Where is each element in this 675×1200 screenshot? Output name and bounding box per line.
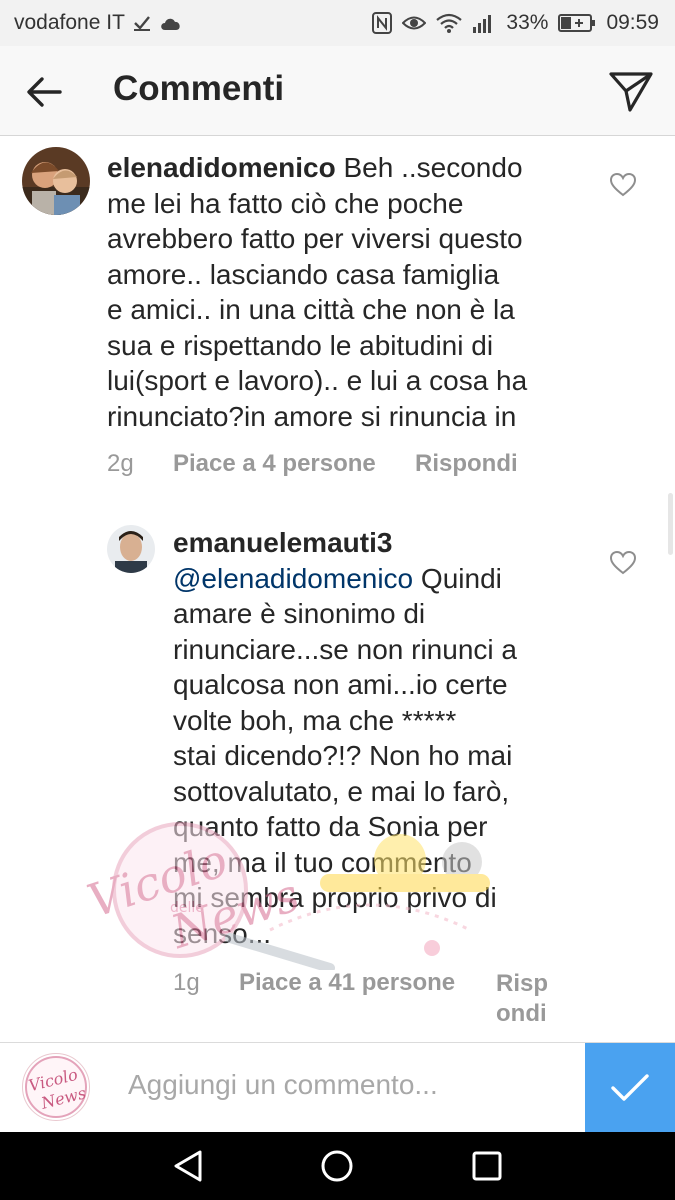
signal-icon xyxy=(472,13,496,33)
comment-line: Beh ..secondo xyxy=(335,152,523,183)
comment-line: rinunciato?in amore si rinuncia in xyxy=(107,400,517,432)
nav-recents-button[interactable] xyxy=(467,1146,507,1186)
triangle-back-icon xyxy=(174,1150,202,1182)
comment-meta: 1g Piace a 41 persone Risp ondi xyxy=(173,969,548,1029)
square-recents-icon xyxy=(472,1151,502,1181)
comment-line: volte boh, ma che ***** xyxy=(173,704,457,736)
comment-line: rinunciare...se non rinunci a xyxy=(173,633,517,665)
comment-line: sua e rispettando le abitudini di xyxy=(107,329,494,361)
page-title: Commenti xyxy=(113,69,285,108)
battery-icon xyxy=(558,13,596,33)
comment-text: elenadidomenico Beh ..secondo me lei ha … xyxy=(107,150,607,434)
reply-label-line: ondi xyxy=(496,1000,547,1027)
wifi-icon xyxy=(436,13,463,33)
comment-mention[interactable]: @elenadidomenico xyxy=(173,563,413,594)
post-comment-button[interactable] xyxy=(585,1043,675,1133)
carrier-label: vodafone IT xyxy=(14,11,125,34)
avatar[interactable] xyxy=(107,525,155,573)
status-bar: vodafone IT 33% 09:59 xyxy=(0,0,675,46)
comment-line: e amici.. in una città che non è la xyxy=(107,294,515,325)
like-heart-icon[interactable] xyxy=(609,550,637,575)
checkmark-icon xyxy=(611,1074,649,1101)
comment-line: senso... xyxy=(173,917,272,949)
back-button[interactable] xyxy=(24,72,64,112)
paper-plane-icon xyxy=(609,72,653,112)
avatar[interactable] xyxy=(22,147,90,215)
comment-text: emanuelemauti3 @elenadidomenico Quindi a… xyxy=(173,525,573,951)
comment-input[interactable]: Aggiungi un commento... xyxy=(128,1069,438,1101)
share-button[interactable] xyxy=(607,68,655,116)
avatar: Vicolo News xyxy=(22,1053,90,1121)
comment-timestamp: 1g xyxy=(173,969,200,996)
reply-label-line: Risp xyxy=(496,970,549,997)
nav-home-button[interactable] xyxy=(317,1146,357,1186)
checkmark-icon xyxy=(133,15,151,31)
comment-line: lui(sport e lavoro).. e lui a cosa ha xyxy=(107,365,528,396)
comment-likes-link[interactable]: Piace a 41 persone xyxy=(239,969,496,1029)
comment-line: me, ma il tuo commento xyxy=(173,846,472,878)
comment-line: amare è sinonimo di xyxy=(173,598,426,629)
app-header: Commenti xyxy=(0,46,675,136)
comment-item: emanuelemauti3 @elenadidomenico Quindi a… xyxy=(0,517,675,1042)
cloud-icon xyxy=(159,15,183,31)
comment-input-bar: Vicolo News Aggiungi un commento... xyxy=(0,1042,675,1133)
reply-button[interactable]: Rispondi xyxy=(415,450,518,478)
circle-home-icon xyxy=(321,1150,353,1182)
comment-line: Quindi xyxy=(413,562,502,594)
like-heart-icon[interactable] xyxy=(609,172,637,197)
comment-line: amore.. lasciando casa famiglia xyxy=(107,258,500,290)
nfc-icon xyxy=(372,12,393,34)
comment-timestamp: 2g xyxy=(107,450,134,477)
comment-username[interactable]: elenadidomenico xyxy=(107,152,336,183)
comment-username[interactable]: emanuelemauti3 xyxy=(173,527,392,558)
comment-line: qualcosa non ami...io certe xyxy=(173,669,508,700)
comment-item: elenadidomenico Beh ..secondo me lei ha … xyxy=(0,137,675,497)
clock: 09:59 xyxy=(606,11,659,34)
arrow-left-icon xyxy=(27,77,62,107)
comment-likes-link[interactable]: Piace a 4 persone xyxy=(173,450,415,478)
comment-line: sottovalutato, e mai lo farò, xyxy=(173,775,510,807)
eye-icon xyxy=(402,14,427,32)
comment-meta: 2g Piace a 4 persone Rispondi xyxy=(107,450,518,478)
system-nav-bar xyxy=(0,1132,675,1200)
comment-line: mi sembra proprio privo di xyxy=(173,882,497,913)
comments-list[interactable]: elenadidomenico Beh ..secondo me lei ha … xyxy=(0,137,675,1042)
comment-line: stai dicendo?!? Non ho mai xyxy=(173,740,513,771)
comment-line: avrebbero fatto per viversi questo xyxy=(107,223,523,254)
reply-button[interactable]: Risp ondi xyxy=(496,969,548,1029)
comment-line: me lei ha fatto ciò che poche xyxy=(107,187,464,219)
comment-line: quanto fatto da Sonia per xyxy=(173,811,488,842)
battery-percent: 33% xyxy=(506,11,549,34)
nav-back-button[interactable] xyxy=(168,1146,208,1186)
